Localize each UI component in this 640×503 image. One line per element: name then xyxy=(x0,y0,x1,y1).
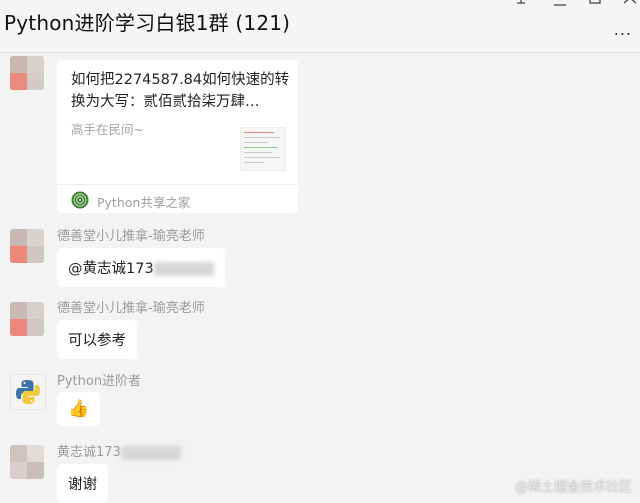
avatar[interactable] xyxy=(10,445,44,479)
message-bubble[interactable]: 👍 xyxy=(57,392,101,426)
card-source-label: Python共享之家 xyxy=(97,195,191,210)
sender-name-text: 黄志诚173 xyxy=(57,445,121,460)
watermark: @稀土掘金技术社区 xyxy=(514,480,632,495)
chat-title: Python进阶学习白银1群 (121) xyxy=(4,11,291,35)
python-logo-icon xyxy=(16,380,40,404)
redacted-text xyxy=(120,445,181,460)
minimize-icon[interactable] xyxy=(551,0,569,6)
card-title: 如何把2274587.84如何快速的转换为大写：贰佰贰拾柒万肆… xyxy=(71,72,290,110)
redacted-text xyxy=(153,262,214,276)
spiral-logo-icon xyxy=(71,191,89,209)
message-bubble[interactable]: @黄志诚173 xyxy=(57,248,225,287)
python-avatar[interactable] xyxy=(10,374,46,410)
more-options-button[interactable]: ... xyxy=(614,20,632,39)
message-bubble[interactable]: 谢谢 xyxy=(57,464,108,503)
avatar[interactable] xyxy=(10,229,44,263)
sender-name: 黄志诚173 xyxy=(57,441,181,460)
message-text: @黄志诚173 xyxy=(68,261,154,277)
avatar[interactable] xyxy=(10,56,44,90)
sender-name: Python进阶者 xyxy=(57,374,142,389)
card-divider xyxy=(57,184,298,185)
avatar[interactable] xyxy=(10,302,44,336)
message-text: 可以参考 xyxy=(68,333,126,349)
close-icon[interactable] xyxy=(621,0,639,6)
sender-name: 德善堂小儿推拿-瑜亮老师 xyxy=(57,229,205,244)
link-card[interactable]: 如何把2274587.84如何快速的转换为大写：贰佰贰拾柒万肆… 高手在民间~ … xyxy=(57,60,298,213)
pin-icon[interactable] xyxy=(512,0,530,6)
card-description: 高手在民间~ xyxy=(71,122,144,137)
message-text: 谢谢 xyxy=(68,477,97,493)
sender-name: 德善堂小儿推拿-瑜亮老师 xyxy=(57,301,205,316)
message-bubble[interactable]: 可以参考 xyxy=(57,320,137,359)
card-thumbnail xyxy=(240,127,286,171)
title-bar: Python进阶学习白银1群 (121) ... xyxy=(0,0,640,53)
maximize-icon[interactable] xyxy=(586,0,604,6)
thumbs-up-emoji: 👍 xyxy=(68,399,90,419)
